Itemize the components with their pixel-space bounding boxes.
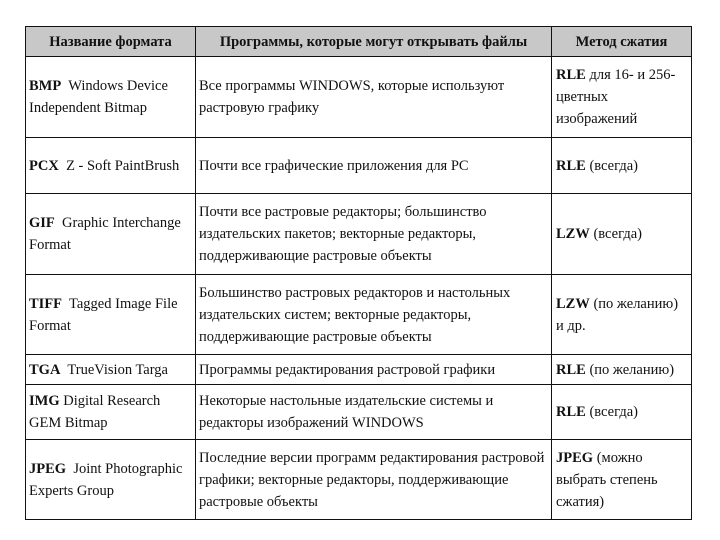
- format-full-name: Z - Soft PaintBrush: [66, 157, 180, 174]
- table-row: GIF Graphic Interchange Format Почти все…: [25, 193, 692, 275]
- table-row: PCX Z - Soft PaintBrush Почти все графич…: [25, 137, 692, 194]
- method-abbr: LZW: [556, 295, 590, 312]
- method-abbr: LZW: [556, 226, 590, 242]
- table-row: BMP Windows Device Independent Bitmap Вс…: [25, 56, 692, 138]
- format-abbr: GIF: [29, 215, 55, 231]
- header-programs: Программы, которые могут открывать файлы: [195, 26, 552, 57]
- format-name-cell: JPEG Joint Photographic Experts Group: [25, 439, 196, 520]
- method-abbr: RLE: [556, 404, 586, 420]
- method-abbr: RLE: [556, 67, 586, 83]
- compression-cell: RLE (по желанию): [551, 354, 692, 385]
- header-row: Название формата Программы, которые могу…: [25, 26, 692, 57]
- header-compression-method: Метод сжатия: [551, 26, 692, 57]
- method-note: (по желанию): [589, 361, 675, 378]
- compression-cell: RLE для 16- и 256-цветных изображений: [551, 56, 692, 138]
- format-full-name: TrueVision Targa: [67, 361, 168, 378]
- programs-cell: Все программы WINDOWS, которые использую…: [195, 56, 552, 138]
- compression-cell: LZW (по желанию) и др.: [551, 274, 692, 355]
- programs-cell: Программы редактирования растровой графи…: [195, 354, 552, 385]
- table-row: IMG Digital Research GEM Bitmap Некоторы…: [25, 384, 692, 440]
- programs-cell: Почти все графические приложения для PC: [195, 137, 552, 194]
- method-abbr: JPEG: [556, 449, 594, 466]
- compression-cell: RLE (всегда): [551, 137, 692, 194]
- format-name-cell: TGA TrueVision Targa: [25, 354, 196, 385]
- format-abbr: JPEG: [29, 460, 67, 477]
- format-name-cell: IMG Digital Research GEM Bitmap: [25, 384, 196, 440]
- format-abbr: TIFF: [29, 295, 63, 312]
- table-header: Название формата Программы, которые могу…: [25, 26, 692, 57]
- table-row: JPEG Joint Photographic Experts Group По…: [25, 439, 692, 520]
- format-name-cell: PCX Z - Soft PaintBrush: [25, 137, 196, 194]
- method-note: (всегда): [593, 226, 642, 242]
- method-note: (всегда): [589, 404, 638, 420]
- format-abbr: BMP: [29, 78, 62, 94]
- image-formats-table: Название формата Программы, которые могу…: [25, 26, 692, 520]
- format-name-cell: GIF Graphic Interchange Format: [25, 193, 196, 275]
- format-abbr: IMG: [29, 393, 60, 409]
- compression-cell: JPEG (можно выбрать степень сжатия): [551, 439, 692, 520]
- method-note: (всегда): [589, 157, 638, 174]
- programs-cell: Некоторые настольные издательские систем…: [195, 384, 552, 440]
- programs-cell: Последние версии программ редактирования…: [195, 439, 552, 520]
- programs-cell: Большинство растровых редакторов и насто…: [195, 274, 552, 355]
- compression-cell: LZW (всегда): [551, 193, 692, 275]
- method-abbr: RLE: [556, 157, 586, 174]
- format-abbr: PCX: [29, 157, 59, 174]
- header-format-name: Название формата: [25, 26, 196, 57]
- compression-cell: RLE (всегда): [551, 384, 692, 440]
- format-name-cell: BMP Windows Device Independent Bitmap: [25, 56, 196, 138]
- table-row: TGA TrueVision Targa Программы редактиро…: [25, 354, 692, 385]
- method-abbr: RLE: [556, 361, 586, 378]
- format-name-cell: TIFF Tagged Image File Format: [25, 274, 196, 355]
- format-abbr: TGA: [29, 361, 61, 378]
- programs-cell: Почти все растровые редакторы; большинст…: [195, 193, 552, 275]
- table-row: TIFF Tagged Image File Format Большинств…: [25, 274, 692, 355]
